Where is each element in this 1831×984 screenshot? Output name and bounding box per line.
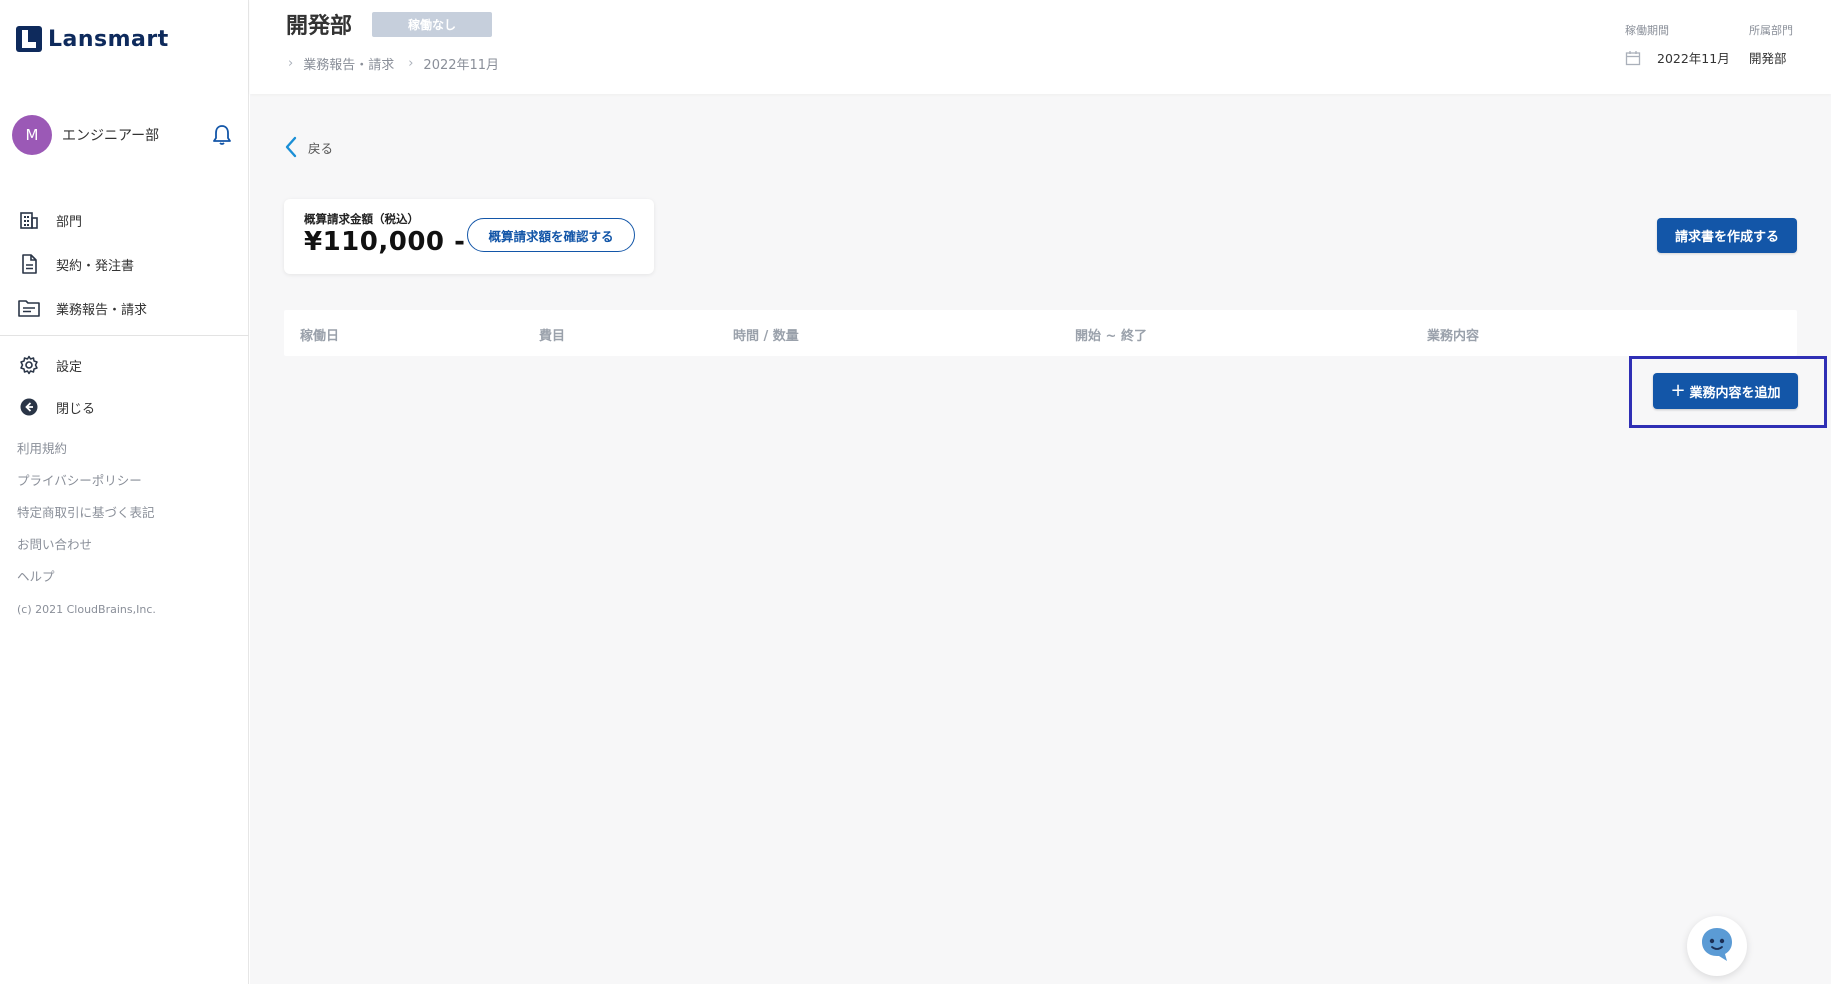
folder-icon [18, 297, 40, 319]
calendar-icon [1625, 50, 1641, 66]
add-work-content-button[interactable]: + 業務内容を追加 [1653, 373, 1798, 409]
department-value: 開発部 [1749, 51, 1787, 66]
period-label: 稼働期間 [1625, 24, 1669, 37]
column-header-work-date: 稼働日 [300, 329, 340, 344]
page-title: 開発部 [286, 14, 353, 39]
link-privacy[interactable]: プライバシーポリシー [17, 472, 155, 504]
table-header: 稼働日 費目 時間 / 数量 開始 ~ 終了 業務内容 [284, 310, 1797, 356]
link-terms[interactable]: 利用規約 [17, 440, 155, 472]
header-meta: 稼働期間 所属部門 2022年11月 開発部 [1625, 22, 1793, 67]
column-header-start-end: 開始 ~ 終了 [1075, 329, 1147, 344]
gear-icon [18, 354, 40, 376]
brand-name: Lansmart [48, 26, 169, 52]
brand-logo[interactable]: Lansmart [16, 26, 169, 52]
sidebar-item-department[interactable]: 部門 [0, 198, 249, 242]
create-invoice-button[interactable]: 請求書を作成する [1657, 218, 1797, 253]
copyright: (c) 2021 CloudBrains,Inc. [17, 603, 156, 616]
period-value: 2022年11月 [1657, 51, 1730, 66]
breadcrumb-item: 2022年11月 [423, 58, 500, 73]
sidebar-nav: 部門 契約・発注書 業務報告・請求 [0, 198, 249, 330]
link-commerce-law[interactable]: 特定商取引に基づく表記 [17, 504, 155, 536]
sidebar-item-label: 閉じる [56, 401, 96, 417]
department-label: 所属部門 [1749, 24, 1793, 37]
chevron-left-icon [284, 136, 298, 158]
estimate-summary-card: 概算請求金額（税込） ¥110,000 - 概算請求額を確認する [284, 199, 654, 274]
column-header-time-quantity: 時間 / 数量 [733, 329, 799, 344]
back-link[interactable]: 戻る [284, 136, 333, 158]
link-help[interactable]: ヘルプ [17, 568, 155, 600]
sidebar-item-reports[interactable]: 業務報告・請求 [0, 286, 249, 330]
status-badge: 稼働なし [372, 12, 492, 37]
breadcrumb-item[interactable]: 業務報告・請求 [303, 54, 394, 73]
footer-links: 利用規約 プライバシーポリシー 特定商取引に基づく表記 お問い合わせ ヘルプ [17, 440, 155, 600]
document-icon [18, 253, 40, 275]
meta-labels: 稼働期間 所属部門 [1625, 22, 1793, 38]
logo-mark-icon [16, 26, 42, 52]
user-name: エンジニアー部 [62, 128, 160, 144]
bell-icon[interactable] [210, 123, 234, 147]
sidebar-item-settings[interactable]: 設定 [0, 344, 249, 386]
sidebar: Lansmart M エンジニアー部 部門 契約・発注書 業務報告・請求 設定 … [0, 0, 249, 984]
sidebar-item-label: 設定 [56, 359, 83, 375]
app-root: Lansmart M エンジニアー部 部門 契約・発注書 業務報告・請求 設定 … [0, 0, 1831, 984]
sidebar-item-label: 部門 [56, 214, 83, 230]
breadcrumb: › 業務報告・請求 › 2022年11月 [288, 54, 513, 73]
estimate-label: 概算請求金額（税込） [304, 212, 419, 226]
plus-icon: + [1670, 380, 1686, 401]
confirm-estimate-button[interactable]: 概算請求額を確認する [467, 218, 635, 252]
sidebar-item-contracts[interactable]: 契約・発注書 [0, 242, 249, 286]
add-work-content-label: 業務内容を追加 [1689, 385, 1781, 401]
link-contact[interactable]: お問い合わせ [17, 536, 155, 568]
page-header: 開発部 稼働なし › 業務報告・請求 › 2022年11月 稼働期間 所属部門 … [250, 0, 1831, 94]
chat-support-button[interactable] [1687, 916, 1747, 976]
back-label: 戻る [308, 140, 334, 156]
sidebar-secondary-nav: 設定 閉じる [0, 344, 249, 428]
chat-bot-icon [1697, 924, 1737, 968]
column-header-expense-item: 費目 [539, 329, 566, 344]
arrow-left-circle-icon [18, 396, 40, 418]
user-profile: M エンジニアー部 [12, 114, 234, 156]
building-icon [18, 209, 40, 231]
column-header-work-content: 業務内容 [1427, 329, 1480, 344]
chevron-right-icon: › [288, 56, 294, 71]
main-content: 開発部 稼働なし › 業務報告・請求 › 2022年11月 稼働期間 所属部門 … [250, 0, 1831, 984]
chevron-right-icon: › [408, 56, 414, 71]
sidebar-item-label: 業務報告・請求 [56, 302, 148, 318]
avatar[interactable]: M [12, 115, 52, 155]
sidebar-item-close[interactable]: 閉じる [0, 386, 249, 428]
sidebar-item-label: 契約・発注書 [56, 258, 135, 274]
meta-values: 2022年11月 開発部 [1625, 48, 1793, 67]
sidebar-divider [0, 335, 249, 336]
estimate-amount: ¥110,000 - [304, 227, 466, 257]
